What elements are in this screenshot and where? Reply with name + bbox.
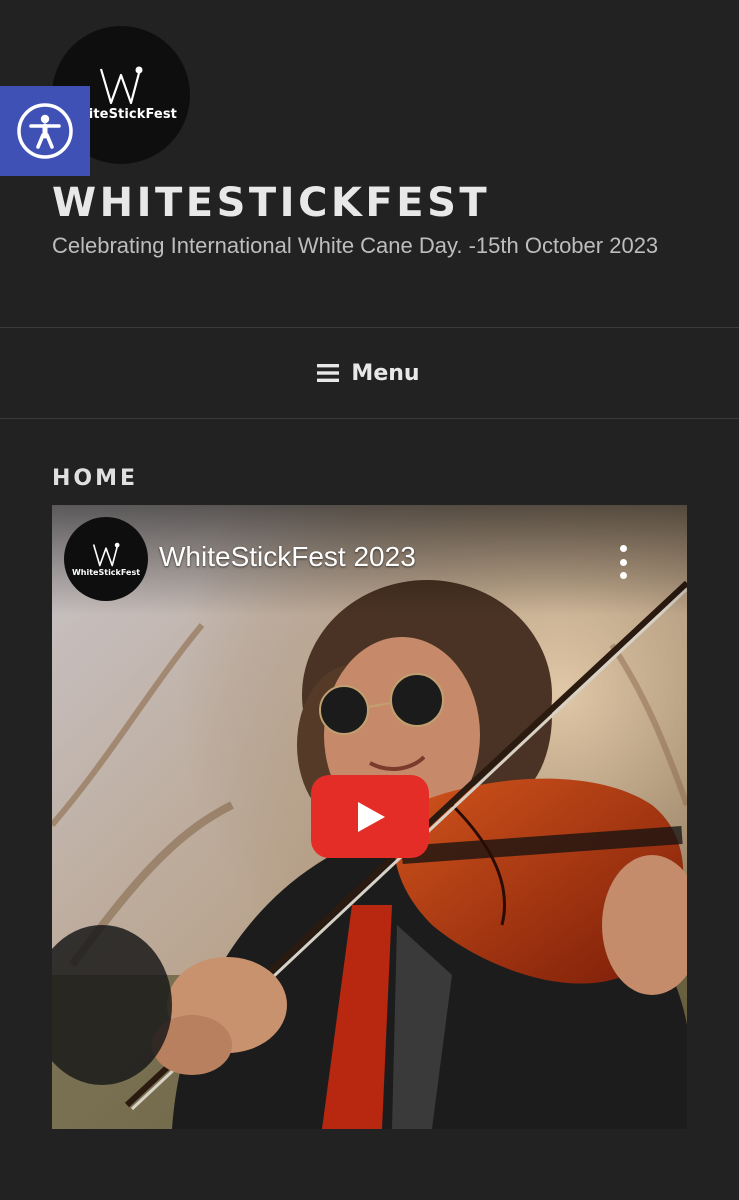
channel-logo-w-mark xyxy=(92,542,120,566)
main-navigation: Menu xyxy=(0,328,739,419)
channel-avatar[interactable]: WhiteStickFest xyxy=(64,517,148,601)
accessibility-button[interactable] xyxy=(0,86,90,176)
more-vert-icon[interactable] xyxy=(611,545,635,579)
play-button[interactable] xyxy=(311,775,429,858)
site-description: Celebrating International White Cane Day… xyxy=(52,233,659,258)
channel-logo-text: WhiteStickFest xyxy=(71,567,141,577)
menu-toggle-button[interactable]: Menu xyxy=(317,360,420,386)
site-title[interactable]: WHITESTICKFEST xyxy=(52,180,490,226)
accessibility-icon xyxy=(17,103,73,159)
logo-w-mark xyxy=(99,66,143,104)
video-embed[interactable]: WhiteStickFest WhiteStickFest 2023 xyxy=(52,505,687,1129)
video-title[interactable]: WhiteStickFest 2023 xyxy=(159,541,416,573)
hamburger-icon xyxy=(317,364,340,382)
menu-label: Menu xyxy=(351,360,420,386)
page: WhiteStickFest WHITESTICKFEST Celebratin… xyxy=(0,0,739,1200)
site-header: WhiteStickFest WHITESTICKFEST Celebratin… xyxy=(0,0,739,328)
page-heading: HOME xyxy=(52,466,139,491)
